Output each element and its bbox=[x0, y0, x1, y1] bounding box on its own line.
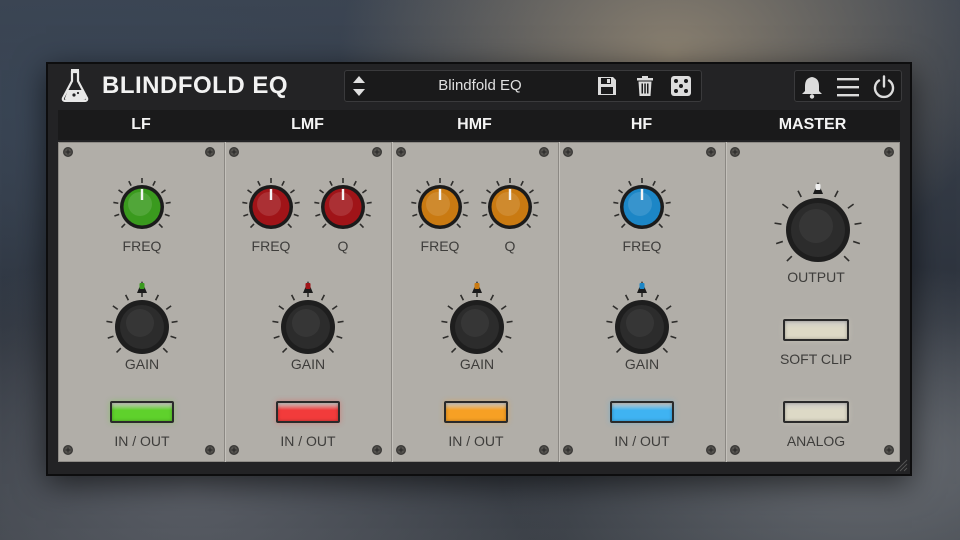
output-knob[interactable] bbox=[770, 168, 866, 274]
preset-arrows-icon[interactable] bbox=[347, 73, 371, 99]
screw-icon bbox=[884, 147, 894, 157]
divider bbox=[558, 142, 559, 462]
dice-icon[interactable] bbox=[669, 74, 693, 98]
divider bbox=[224, 142, 225, 462]
screw-icon bbox=[730, 445, 740, 455]
preset-name[interactable]: Blindfold EQ bbox=[405, 77, 555, 94]
preset-selector[interactable]: Blindfold EQ bbox=[344, 70, 702, 102]
screw-icon bbox=[229, 445, 239, 455]
hmf-in-out-label: IN / OUT bbox=[448, 433, 504, 449]
hmf-gain-label: GAIN bbox=[459, 356, 495, 372]
hmf-q-label: Q bbox=[504, 238, 516, 254]
lmf-in-out-button[interactable] bbox=[276, 401, 340, 423]
hmf-in-out-button[interactable] bbox=[444, 401, 508, 423]
hmf-gain-knob[interactable] bbox=[440, 273, 514, 361]
hf-gain-label: GAIN bbox=[624, 356, 660, 372]
lmf-gain-label: GAIN bbox=[290, 356, 326, 372]
screw-icon bbox=[372, 147, 382, 157]
power-icon[interactable] bbox=[871, 74, 897, 100]
section-headers: LF LMF HMF HF MASTER bbox=[58, 110, 900, 140]
screw-icon bbox=[205, 445, 215, 455]
screw-icon bbox=[539, 147, 549, 157]
screw-icon bbox=[396, 147, 406, 157]
lmf-in-out-label: IN / OUT bbox=[280, 433, 336, 449]
divider bbox=[725, 142, 726, 462]
save-icon[interactable] bbox=[595, 74, 619, 98]
lf-gain-label: GAIN bbox=[124, 356, 160, 372]
header-master: MASTER bbox=[778, 116, 847, 133]
hmf-freq-knob[interactable] bbox=[408, 175, 472, 239]
screw-icon bbox=[730, 147, 740, 157]
screw-icon bbox=[229, 147, 239, 157]
app-title: BLINDFOLD EQ bbox=[102, 72, 288, 99]
hf-in-out-button[interactable] bbox=[610, 401, 674, 423]
lf-in-out-button[interactable] bbox=[110, 401, 174, 423]
lf-gain-knob[interactable] bbox=[105, 273, 179, 361]
screw-icon bbox=[372, 445, 382, 455]
header-hmf: HMF bbox=[457, 116, 492, 133]
bell-icon[interactable] bbox=[799, 74, 825, 100]
screw-icon bbox=[63, 445, 73, 455]
header-lf: LF bbox=[131, 116, 151, 133]
lf-in-out-label: IN / OUT bbox=[114, 433, 170, 449]
lf-freq-label: FREQ bbox=[122, 238, 162, 254]
screw-icon bbox=[706, 147, 716, 157]
flask-icon bbox=[61, 69, 89, 102]
screw-icon bbox=[396, 445, 406, 455]
header-hf: HF bbox=[630, 116, 653, 133]
lmf-freq-knob[interactable] bbox=[239, 175, 303, 239]
analog-label: ANALOG bbox=[786, 433, 846, 449]
screw-icon bbox=[884, 445, 894, 455]
screw-icon bbox=[539, 445, 549, 455]
utility-buttons bbox=[794, 70, 902, 102]
analog-button[interactable] bbox=[783, 401, 849, 423]
lf-freq-knob[interactable] bbox=[110, 175, 174, 239]
trash-icon[interactable] bbox=[633, 74, 657, 98]
hmf-q-knob[interactable] bbox=[478, 175, 542, 239]
divider bbox=[391, 142, 392, 462]
screw-icon bbox=[63, 147, 73, 157]
header-lmf: LMF bbox=[291, 116, 324, 133]
hf-in-out-label: IN / OUT bbox=[614, 433, 670, 449]
hf-freq-knob[interactable] bbox=[610, 175, 674, 239]
eq-panel: FREQ GAIN IN / OUT FREQ Q GAIN IN / OUT … bbox=[58, 142, 900, 462]
screw-icon bbox=[706, 445, 716, 455]
lmf-q-label: Q bbox=[337, 238, 349, 254]
screw-icon bbox=[563, 147, 573, 157]
hf-freq-label: FREQ bbox=[622, 238, 662, 254]
menu-icon[interactable] bbox=[835, 74, 861, 100]
screw-icon bbox=[205, 147, 215, 157]
screw-icon bbox=[563, 445, 573, 455]
hf-gain-knob[interactable] bbox=[605, 273, 679, 361]
lmf-q-knob[interactable] bbox=[311, 175, 375, 239]
lmf-gain-knob[interactable] bbox=[271, 273, 345, 361]
plugin-window: BLINDFOLD EQ Blindfold EQ LF LMF HMF HF … bbox=[46, 62, 912, 476]
output-label: OUTPUT bbox=[787, 269, 845, 285]
soft-clip-button[interactable] bbox=[783, 319, 849, 341]
soft-clip-label: SOFT CLIP bbox=[779, 351, 853, 367]
resize-grip-icon[interactable] bbox=[894, 458, 908, 472]
top-bar: BLINDFOLD EQ Blindfold EQ bbox=[48, 64, 910, 108]
